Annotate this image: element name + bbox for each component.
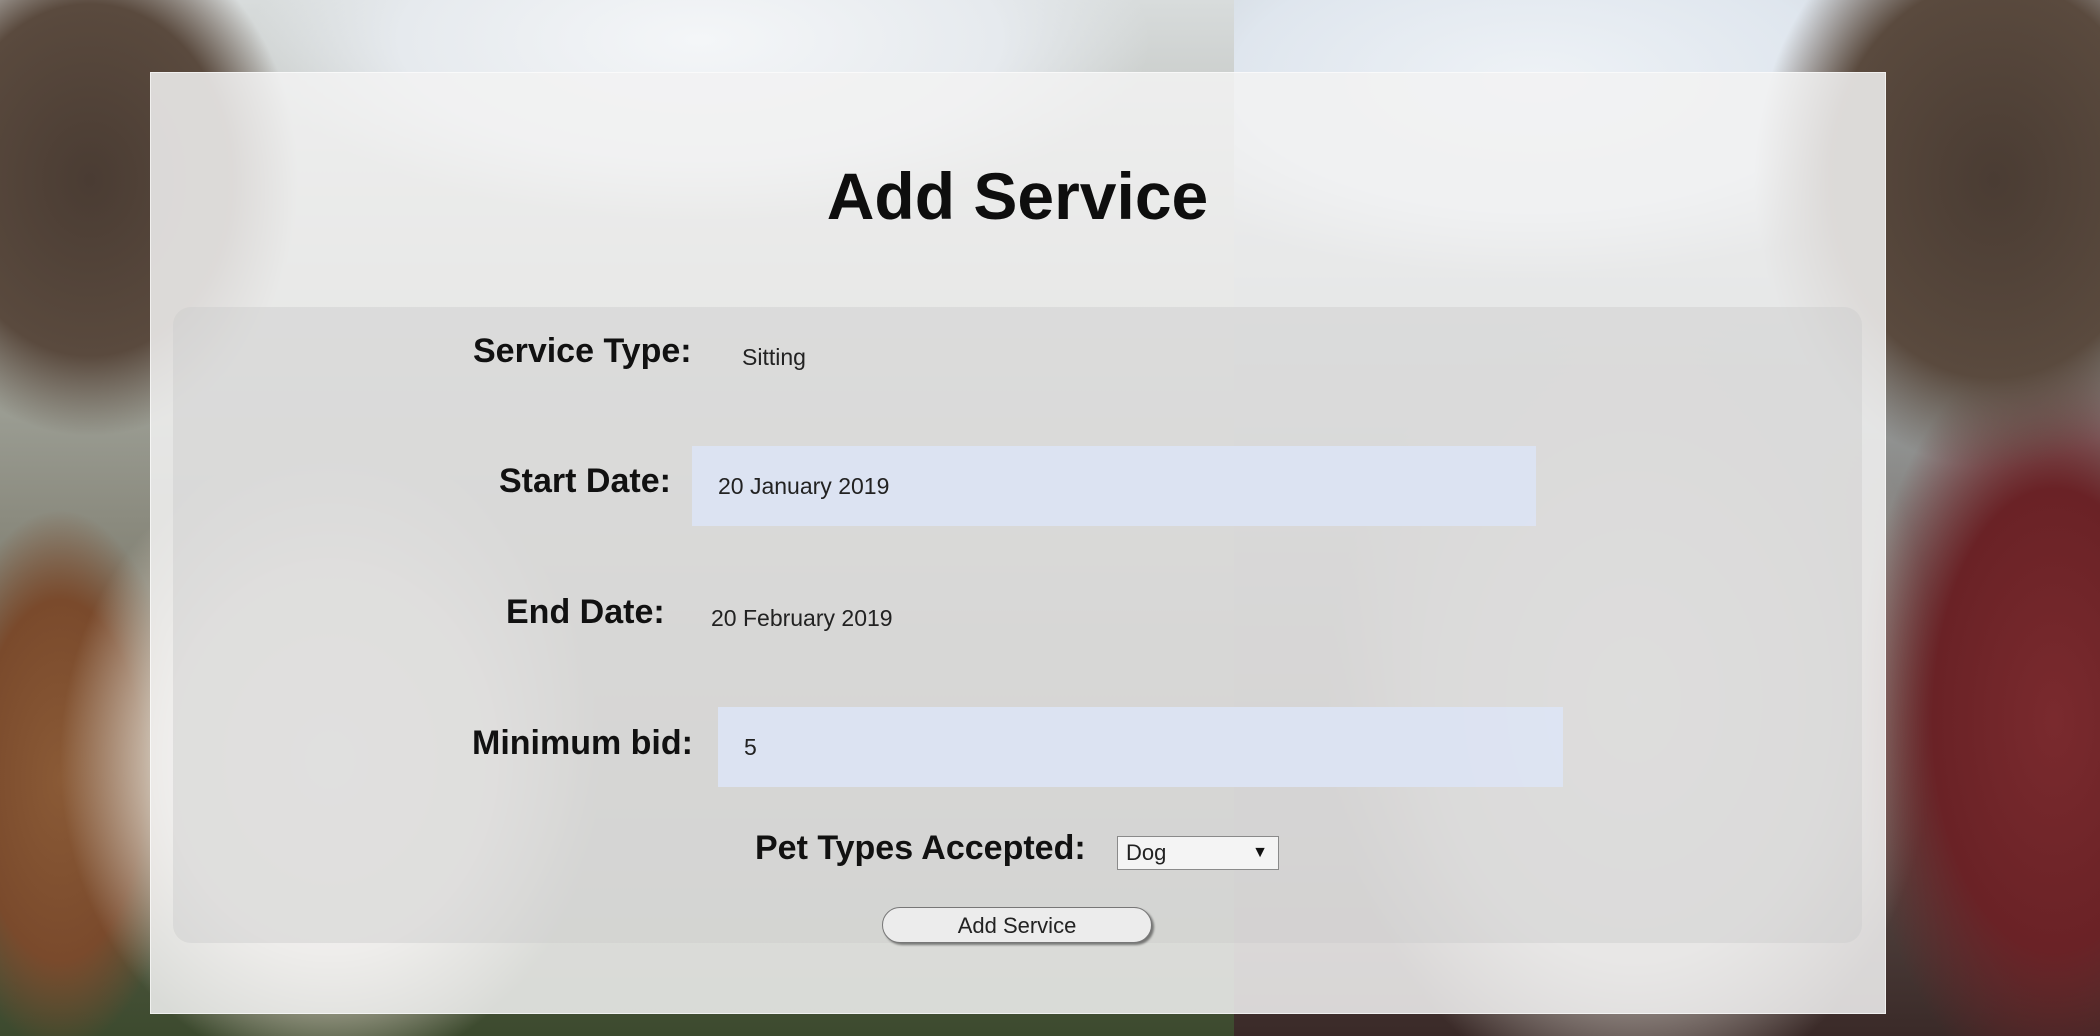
pet-types-select[interactable]: Dog ▼ (1117, 836, 1279, 870)
service-type-value: Sitting (742, 344, 806, 370)
page-title: Add Service (826, 159, 1209, 233)
minimum-bid-label: Minimum bid: (472, 724, 693, 762)
end-date-label: End Date: (506, 593, 665, 631)
service-type-label: Service Type: (473, 332, 692, 370)
pet-types-label: Pet Types Accepted: (755, 829, 1086, 867)
end-date-value: 20 February 2019 (711, 605, 893, 631)
start-date-label: Start Date: (499, 462, 671, 500)
start-date-input[interactable] (692, 446, 1536, 526)
minimum-bid-input[interactable] (718, 707, 1563, 787)
pet-types-selected-value: Dog (1126, 840, 1167, 865)
add-service-button[interactable]: Add Service (882, 907, 1152, 943)
dropdown-arrow-icon: ▼ (1252, 844, 1268, 861)
